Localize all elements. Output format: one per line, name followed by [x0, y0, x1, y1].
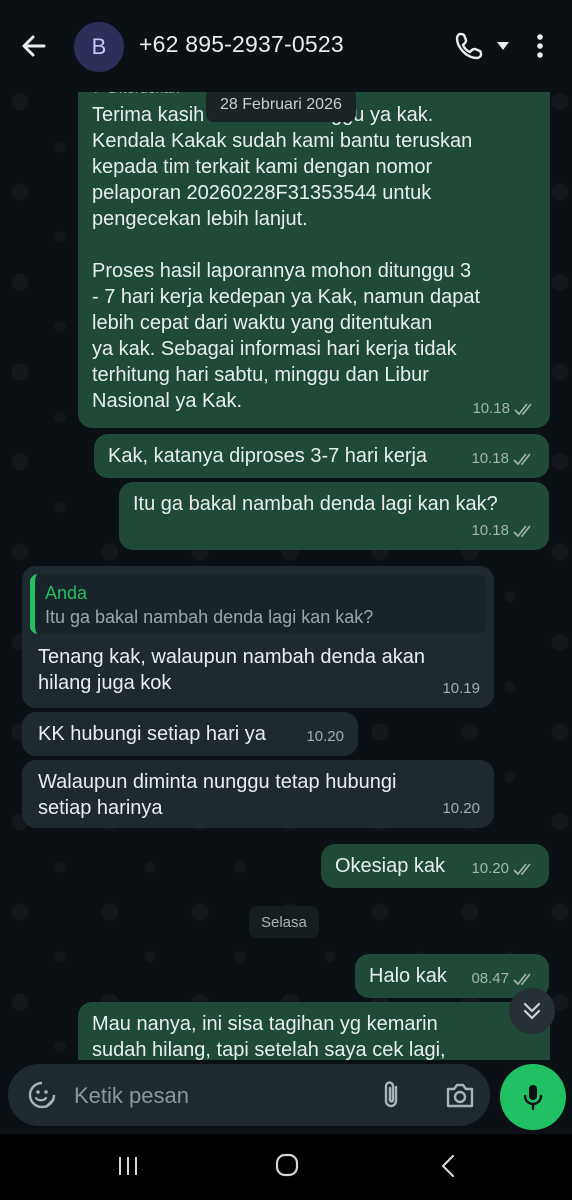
camera-icon[interactable] [444, 1080, 476, 1110]
quote-author: Anda [45, 583, 88, 603]
double-check-icon [513, 453, 531, 466]
emoji-icon[interactable] [26, 1079, 58, 1111]
message-outgoing[interactable]: ↱ Diteruskan Terima kasih sudah menunggu… [78, 72, 550, 428]
more-vertical-icon[interactable] [530, 30, 550, 62]
message-outgoing[interactable]: Mau nanya, ini sisa tagihan yg kemarin s… [78, 1002, 550, 1060]
phone-icon[interactable] [453, 30, 485, 62]
chat-area[interactable]: ↱ Diteruskan Terima kasih sudah menunggu… [0, 72, 572, 1060]
message-incoming[interactable]: KK hubungi setiap hari ya 10.20 [22, 712, 358, 756]
message-time: 10.18 [472, 400, 510, 417]
message-text: Itu ga bakal nambah denda lagi kan kak? [133, 493, 498, 515]
message-time: 10.20 [471, 860, 509, 877]
nav-back-icon[interactable] [436, 1153, 460, 1179]
chevrons-down-icon [523, 1002, 541, 1020]
paperclip-icon[interactable] [378, 1079, 406, 1111]
double-check-icon [513, 973, 531, 986]
double-check-icon [513, 525, 531, 538]
message-outgoing[interactable]: Okesiap kak 10.20 [321, 844, 549, 888]
day-chip: Selasa [249, 906, 319, 938]
composer: Ketik pesan [0, 1060, 572, 1134]
message-meta: 10.20 [442, 796, 480, 822]
message-time: 10.20 [306, 728, 344, 745]
double-check-icon [513, 863, 531, 876]
message-time: 08.47 [471, 970, 509, 987]
system-nav-bar [0, 1134, 572, 1200]
message-meta: 10.18 [472, 396, 536, 422]
message-text: Tenang kak, walaupun nambah denda akan h… [38, 646, 425, 694]
message-text: Walaupun diminta nunggu tetap hubungi se… [38, 771, 397, 819]
message-text: KK hubungi setiap hari ya [38, 723, 266, 745]
quote-text: Itu ga bakal nambah denda lagi kan kak? [45, 607, 374, 627]
message-meta: 10.19 [442, 676, 480, 702]
message-outgoing[interactable]: Itu ga bakal nambah denda lagi kan kak? … [119, 482, 549, 550]
chevron-down-icon[interactable] [496, 40, 510, 52]
double-check-icon [514, 403, 532, 416]
message-meta: 10.18 [471, 518, 535, 544]
avatar-initial: B [91, 34, 107, 59]
message-incoming[interactable]: Anda Itu ga bakal nambah denda lagi kan … [22, 566, 494, 708]
message-outgoing[interactable]: Kak, katanya diproses 3-7 hari kerja 10.… [94, 434, 549, 478]
message-input[interactable]: Ketik pesan [8, 1064, 490, 1126]
quoted-message[interactable]: Anda Itu ga bakal nambah denda lagi kan … [30, 574, 486, 634]
message-input-placeholder: Ketik pesan [74, 1083, 189, 1108]
date-chip: 28 Februari 2026 [206, 88, 356, 122]
message-time: 10.18 [471, 450, 509, 467]
message-text: Terima kasih sudah menunggu ya kak. Kend… [92, 104, 481, 412]
microphone-icon [523, 1085, 543, 1111]
message-meta: 10.20 [306, 724, 344, 750]
message-meta: 10.18 [471, 446, 535, 472]
message-text: Mau nanya, ini sisa tagihan yg kemarin s… [92, 1013, 446, 1060]
back-arrow-icon[interactable] [18, 30, 50, 62]
home-icon[interactable] [274, 1152, 300, 1178]
message-time: 10.19 [442, 680, 480, 697]
scroll-to-bottom-button[interactable] [509, 988, 555, 1034]
voice-record-button[interactable] [500, 1064, 566, 1130]
avatar[interactable]: B [74, 22, 124, 72]
message-incoming[interactable]: Walaupun diminta nunggu tetap hubungi se… [22, 760, 494, 828]
chat-header: B +62 895-2937-0523 [0, 0, 572, 92]
message-time: 10.18 [471, 522, 509, 539]
contact-name[interactable]: +62 895-2937-0523 [139, 31, 344, 58]
recent-apps-icon[interactable] [116, 1154, 140, 1178]
message-time: 10.20 [442, 800, 480, 817]
message-meta: 10.20 [471, 856, 535, 882]
